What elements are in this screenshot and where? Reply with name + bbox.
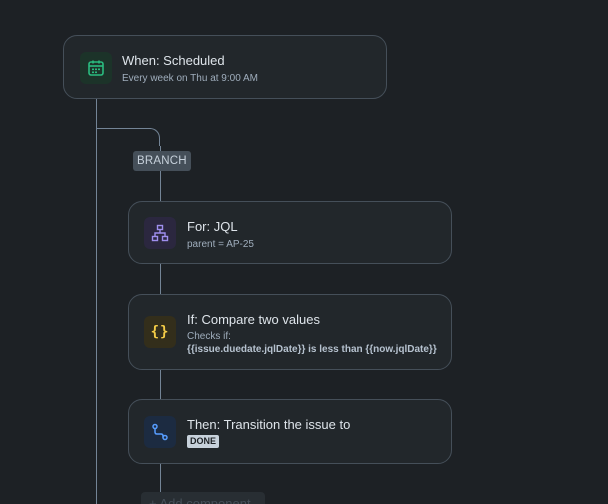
if-subtitle-prefix: Checks if:: [187, 331, 231, 342]
rule-builder-canvas: When: Scheduled Every week on Thu at 9:0…: [0, 0, 608, 504]
then-transition-card[interactable]: Then: Transition the issue to DONE: [128, 399, 452, 464]
trigger-subtitle: Every week on Thu at 9:00 AM: [122, 73, 259, 84]
for-icon-box: [144, 217, 176, 249]
braces-icon: {}: [150, 324, 170, 340]
then-title: Then: Transition the issue to: [187, 417, 351, 432]
calendar-icon: [88, 60, 104, 76]
if-compare-card[interactable]: {} If: Compare two values Checks if: {{i…: [128, 294, 452, 370]
hierarchy-icon: [151, 224, 169, 242]
transition-icon: [152, 423, 168, 441]
for-jql-card[interactable]: For: JQL parent = AP-25: [128, 201, 452, 264]
status-badge: DONE: [187, 435, 220, 448]
branch-label: BRANCH: [133, 151, 191, 171]
trigger-card[interactable]: When: Scheduled Every week on Thu at 9:0…: [63, 35, 387, 99]
for-title: For: JQL: [187, 219, 238, 234]
if-condition: {{issue.duedate.jqlDate}} is less than {…: [187, 343, 437, 356]
trigger-title: When: Scheduled: [122, 53, 225, 68]
for-subtitle: parent = AP-25: [187, 239, 254, 250]
if-condition-text: {{issue.duedate.jqlDate}} is less than {…: [187, 344, 437, 355]
trigger-icon-box: [80, 52, 112, 84]
main-connector-line: [96, 98, 97, 504]
add-component-button[interactable]: + Add component: [141, 492, 265, 504]
branch-connector-curve: [142, 128, 160, 146]
if-title: If: Compare two values: [187, 312, 320, 327]
then-icon-box: [144, 416, 176, 448]
if-icon-box: {}: [144, 316, 176, 348]
